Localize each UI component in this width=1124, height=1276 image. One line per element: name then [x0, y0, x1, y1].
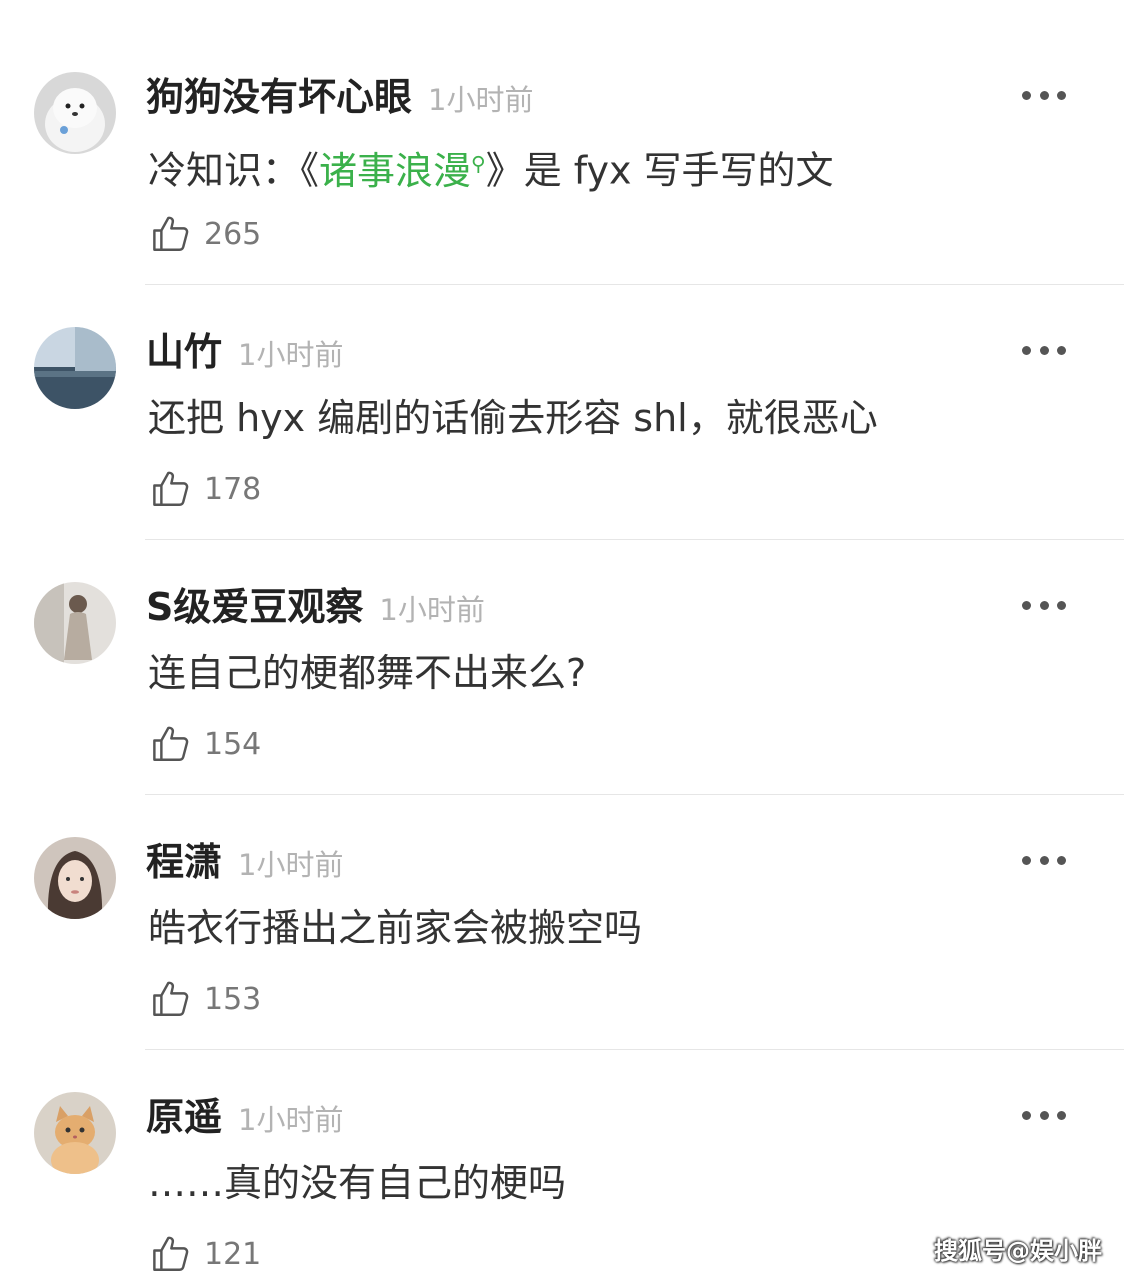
like-button[interactable]: 178 [150, 467, 261, 511]
like-button[interactable]: 154 [150, 722, 261, 766]
more-dot-icon [1022, 345, 1031, 355]
username-label[interactable]: 程潇 [146, 840, 222, 884]
girl-portrait-avatar [34, 837, 116, 919]
comment-item: 山竹 1小时前 还把 hyx 编剧的话偷去形容 shl，就很恶心 178 [0, 255, 1124, 540]
more-dot-icon [1022, 600, 1031, 610]
username[interactable]: 原遥 1小时前 [146, 1092, 343, 1145]
comment-text: 连自己的梗都舞不出来么? [148, 651, 587, 695]
thumbs-up-icon [153, 1236, 189, 1271]
comment-text: 冷知识：《诸事浪漫⚲》是 fyx 写手写的文 [148, 138, 834, 196]
dancer-avatar [34, 582, 116, 664]
seascape-avatar [34, 327, 116, 409]
more-options-button[interactable] [1022, 80, 1066, 110]
like-button[interactable]: 265 [150, 212, 261, 256]
more-dot-icon [1039, 345, 1049, 355]
comment-item: S级爱豆观察 1小时前 连自己的梗都舞不出来么? 154 [0, 510, 1124, 795]
more-dot-icon [1039, 855, 1049, 865]
topic-link[interactable]: 诸事浪漫⚲ [319, 149, 486, 193]
comment-text-before: 冷知识：《 [148, 148, 320, 193]
like-button[interactable]: 153 [150, 977, 261, 1021]
like-count: 153 [204, 981, 262, 1017]
username-label[interactable]: 山竹 [146, 330, 222, 374]
more-dot-icon [1022, 90, 1031, 100]
more-dot-icon [1039, 1110, 1049, 1120]
more-dot-icon [1039, 90, 1049, 100]
more-dot-icon [1022, 855, 1031, 865]
thumbs-up-icon [153, 726, 189, 761]
username-label[interactable]: 狗狗没有坏心眼 [146, 75, 412, 119]
comment-item: 程潇 1小时前 皓衣行播出之前家会被搬空吗 153 [0, 765, 1124, 1050]
username-label[interactable]: 原遥 [146, 1095, 222, 1139]
comment-text: 皓衣行播出之前家会被搬空吗 [148, 906, 643, 950]
samoyed-dog-avatar [34, 72, 116, 154]
username[interactable]: 程潇 1小时前 [146, 837, 343, 890]
timestamp: 1小时前 [428, 83, 534, 117]
comment-text-after: 》是 fyx 写手写的文 [485, 148, 834, 193]
more-dot-icon [1039, 600, 1049, 610]
username[interactable]: 山竹 1小时前 [146, 327, 343, 380]
avatar[interactable] [34, 582, 116, 664]
search-icon: ⚲ [471, 151, 486, 175]
comment-item: 狗狗没有坏心眼 1小时前 冷知识：《诸事浪漫⚲》是 fyx 写手写的文 265 [0, 0, 1124, 285]
like-count: 265 [204, 216, 262, 252]
like-count: 121 [204, 1236, 262, 1272]
avatar[interactable] [34, 72, 116, 154]
like-count: 154 [204, 726, 262, 762]
more-dot-icon [1057, 1110, 1066, 1120]
username[interactable]: 狗狗没有坏心眼 1小时前 [146, 72, 533, 125]
comment-text: 还把 hyx 编剧的话偷去形容 shl，就很恶心 [148, 396, 878, 440]
avatar[interactable] [34, 837, 116, 919]
like-count: 178 [204, 471, 262, 507]
thumbs-up-icon [153, 981, 189, 1016]
avatar[interactable] [34, 1092, 116, 1174]
avatar[interactable] [34, 327, 116, 409]
timestamp: 1小时前 [238, 848, 344, 882]
like-button[interactable]: 121 [150, 1232, 261, 1276]
cat-avatar [34, 1092, 116, 1174]
thumbs-up-icon [153, 216, 189, 251]
more-dot-icon [1057, 345, 1066, 355]
more-dot-icon [1057, 90, 1066, 100]
more-dot-icon [1022, 1110, 1031, 1120]
more-options-button[interactable] [1022, 1100, 1066, 1130]
timestamp: 1小时前 [379, 593, 485, 627]
comment-text: ……真的没有自己的梗吗 [148, 1161, 567, 1205]
timestamp: 1小时前 [238, 1103, 344, 1137]
username-label[interactable]: S级爱豆观察 [146, 585, 363, 629]
more-options-button[interactable] [1022, 590, 1066, 620]
more-options-button[interactable] [1022, 335, 1066, 365]
thumbs-up-icon [153, 471, 189, 506]
more-options-button[interactable] [1022, 845, 1066, 875]
username[interactable]: S级爱豆观察 1小时前 [146, 582, 485, 635]
timestamp: 1小时前 [238, 338, 344, 372]
more-dot-icon [1057, 855, 1066, 865]
more-dot-icon [1057, 600, 1066, 610]
watermark: 搜狐号@娱小胖 [934, 1237, 1102, 1265]
topic-label[interactable]: 诸事浪漫 [319, 149, 471, 193]
